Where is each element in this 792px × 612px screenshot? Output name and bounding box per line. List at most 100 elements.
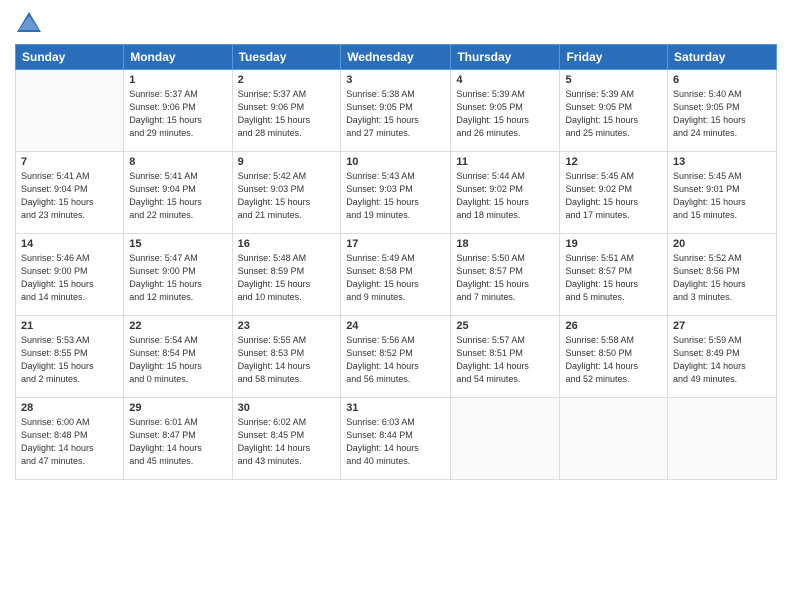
day-cell: [668, 398, 777, 480]
day-cell: 17Sunrise: 5:49 AM Sunset: 8:58 PM Dayli…: [341, 234, 451, 316]
col-header-saturday: Saturday: [668, 45, 777, 70]
day-detail: Sunrise: 5:48 AM Sunset: 8:59 PM Dayligh…: [238, 252, 336, 304]
day-detail: Sunrise: 5:57 AM Sunset: 8:51 PM Dayligh…: [456, 334, 554, 386]
col-header-thursday: Thursday: [451, 45, 560, 70]
day-cell: 27 Sunrise: 5:59 AM Sunset: 8:49 PM Dayli…: [668, 316, 777, 398]
logo: [15, 10, 47, 38]
day-cell: 22 Sunrise: 5:54 AM Sunset: 8:54 PM Dayli…: [124, 316, 232, 398]
day-cell: 19 Sunrise: 5:51 AM Sunset: 8:57 PM Dayli…: [560, 234, 668, 316]
day-cell: 25 Sunrise: 5:57 AM Sunset: 8:51 PM Dayli…: [451, 316, 560, 398]
day-detail: Sunrise: 5:55 AM Sunset: 8:53 PM Dayligh…: [238, 334, 336, 386]
day-number: 11: [456, 156, 554, 168]
day-cell: 11 Sunrise: 5:44 AM Sunset: 9:02 PM Dayli…: [451, 152, 560, 234]
day-cell: 30 Sunrise: 6:02 AM Sunset: 8:45 PM Dayli…: [232, 398, 341, 480]
day-detail: Sunrise: 5:46 AM Sunset: 9:00 PM Dayligh…: [21, 252, 118, 304]
day-detail: Sunrise: 6:02 AM Sunset: 8:45 PM Dayligh…: [238, 416, 336, 468]
day-detail: Sunrise: 5:44 AM Sunset: 9:02 PM Dayligh…: [456, 170, 554, 222]
col-header-tuesday: Tuesday: [232, 45, 341, 70]
col-header-wednesday: Wednesday: [341, 45, 451, 70]
day-number: 9: [238, 156, 336, 168]
day-cell: 1Sunrise: 5:37 AM Sunset: 9:06 PM Daylig…: [124, 70, 232, 152]
logo-icon: [15, 10, 43, 38]
day-cell: 3 Sunrise: 5:38 AM Sunset: 9:05 PM Daylig…: [341, 70, 451, 152]
day-cell: 7 Sunrise: 5:41 AM Sunset: 9:04 PM Daylig…: [16, 152, 124, 234]
calendar-table: SundayMondayTuesdayWednesdayThursdayFrid…: [15, 44, 777, 480]
day-number: 26: [565, 320, 662, 332]
header: [15, 10, 777, 38]
day-detail: Sunrise: 5:49 AM Sunset: 8:58 PM Dayligh…: [346, 252, 445, 304]
day-cell: 26 Sunrise: 5:58 AM Sunset: 8:50 PM Dayli…: [560, 316, 668, 398]
day-number: 25: [456, 320, 554, 332]
day-number: 2: [238, 74, 336, 86]
day-detail: Sunrise: 5:50 AM Sunset: 8:57 PM Dayligh…: [456, 252, 554, 304]
day-detail: Sunrise: 5:41 AM Sunset: 9:04 PM Dayligh…: [21, 170, 118, 222]
col-header-friday: Friday: [560, 45, 668, 70]
day-cell: 23Sunrise: 5:55 AM Sunset: 8:53 PM Dayli…: [232, 316, 341, 398]
day-number: 3: [346, 74, 445, 86]
day-number: 14: [21, 238, 118, 250]
day-detail: Sunrise: 5:51 AM Sunset: 8:57 PM Dayligh…: [565, 252, 662, 304]
day-detail: Sunrise: 5:59 AM Sunset: 8:49 PM Dayligh…: [673, 334, 771, 386]
day-number: 21: [21, 320, 118, 332]
day-number: 24: [346, 320, 445, 332]
day-cell: 5 Sunrise: 5:39 AM Sunset: 9:05 PM Daylig…: [560, 70, 668, 152]
day-number: 13: [673, 156, 771, 168]
day-cell: 24Sunrise: 5:56 AM Sunset: 8:52 PM Dayli…: [341, 316, 451, 398]
day-number: 31: [346, 402, 445, 414]
day-detail: Sunrise: 5:45 AM Sunset: 9:02 PM Dayligh…: [565, 170, 662, 222]
day-detail: Sunrise: 5:54 AM Sunset: 8:54 PM Dayligh…: [129, 334, 226, 386]
day-detail: Sunrise: 6:01 AM Sunset: 8:47 PM Dayligh…: [129, 416, 226, 468]
day-number: 4: [456, 74, 554, 86]
day-cell: 18 Sunrise: 5:50 AM Sunset: 8:57 PM Dayli…: [451, 234, 560, 316]
page: SundayMondayTuesdayWednesdayThursdayFrid…: [0, 0, 792, 612]
day-detail: Sunrise: 5:39 AM Sunset: 9:05 PM Dayligh…: [565, 88, 662, 140]
week-row-1: 1 Sunrise: 5:37 AM Sunset: 9:06 PM Daylig…: [16, 70, 777, 152]
day-cell: 12 Sunrise: 5:45 AM Sunset: 9:02 PM Dayli…: [560, 152, 668, 234]
day-number: 1: [129, 74, 226, 86]
day-number: 15: [129, 238, 226, 250]
day-detail: Sunrise: 5:38 AM Sunset: 9:05 PM Dayligh…: [346, 88, 445, 140]
day-number: 22: [129, 320, 226, 332]
day-detail: Sunrise: 6:00 AM Sunset: 8:48 PM Dayligh…: [21, 416, 118, 468]
day-cell: [451, 398, 560, 480]
day-number: 6: [673, 74, 771, 86]
week-row-4: 21 Sunrise: 5:53 AM Sunset: 8:55 PM Dayli…: [16, 316, 777, 398]
day-cell: 9Sunrise: 5:42 AM Sunset: 9:03 PM Daylig…: [232, 152, 341, 234]
day-detail: Sunrise: 6:03 AM Sunset: 8:44 PM Dayligh…: [346, 416, 445, 468]
day-number: 18: [456, 238, 554, 250]
day-number: 10: [346, 156, 445, 168]
day-number: 5: [565, 74, 662, 86]
day-detail: Sunrise: 5:47 AM Sunset: 9:00 PM Dayligh…: [129, 252, 226, 304]
day-number: 12: [565, 156, 662, 168]
day-number: 27: [673, 320, 771, 332]
day-cell: 31 Sunrise: 6:03 AM Sunset: 8:44 PM Dayli…: [341, 398, 451, 480]
col-header-sunday: Sunday: [16, 45, 124, 70]
day-detail: Sunrise: 5:37 AM Sunset: 9:06 PM Dayligh…: [238, 88, 336, 140]
day-detail: Sunrise: 5:53 AM Sunset: 8:55 PM Dayligh…: [21, 334, 118, 386]
day-detail: Sunrise: 5:58 AM Sunset: 8:50 PM Dayligh…: [565, 334, 662, 386]
calendar-header-row: SundayMondayTuesdayWednesdayThursdayFrid…: [16, 45, 777, 70]
day-number: 7: [21, 156, 118, 168]
col-header-monday: Monday: [124, 45, 232, 70]
week-row-2: 7 Sunrise: 5:41 AM Sunset: 9:04 PM Daylig…: [16, 152, 777, 234]
day-cell: 13 Sunrise: 5:45 AM Sunset: 9:01 PM Dayli…: [668, 152, 777, 234]
day-detail: Sunrise: 5:45 AM Sunset: 9:01 PM Dayligh…: [673, 170, 771, 222]
day-detail: Sunrise: 5:52 AM Sunset: 8:56 PM Dayligh…: [673, 252, 771, 304]
day-number: 19: [565, 238, 662, 250]
day-number: 29: [129, 402, 226, 414]
day-cell: 28 Sunrise: 6:00 AM Sunset: 8:48 PM Dayli…: [16, 398, 124, 480]
day-cell: 21 Sunrise: 5:53 AM Sunset: 8:55 PM Dayli…: [16, 316, 124, 398]
week-row-5: 28 Sunrise: 6:00 AM Sunset: 8:48 PM Dayli…: [16, 398, 777, 480]
day-number: 28: [21, 402, 118, 414]
day-cell: [560, 398, 668, 480]
day-cell: 6Sunrise: 5:40 AM Sunset: 9:05 PM Daylig…: [668, 70, 777, 152]
day-number: 20: [673, 238, 771, 250]
day-cell: 16Sunrise: 5:48 AM Sunset: 8:59 PM Dayli…: [232, 234, 341, 316]
day-cell: [16, 70, 124, 152]
day-cell: 14 Sunrise: 5:46 AM Sunset: 9:00 PM Dayli…: [16, 234, 124, 316]
day-cell: 2 Sunrise: 5:37 AM Sunset: 9:06 PM Daylig…: [232, 70, 341, 152]
day-number: 30: [238, 402, 336, 414]
day-detail: Sunrise: 5:41 AM Sunset: 9:04 PM Dayligh…: [129, 170, 226, 222]
week-row-3: 14 Sunrise: 5:46 AM Sunset: 9:00 PM Dayli…: [16, 234, 777, 316]
day-number: 8: [129, 156, 226, 168]
